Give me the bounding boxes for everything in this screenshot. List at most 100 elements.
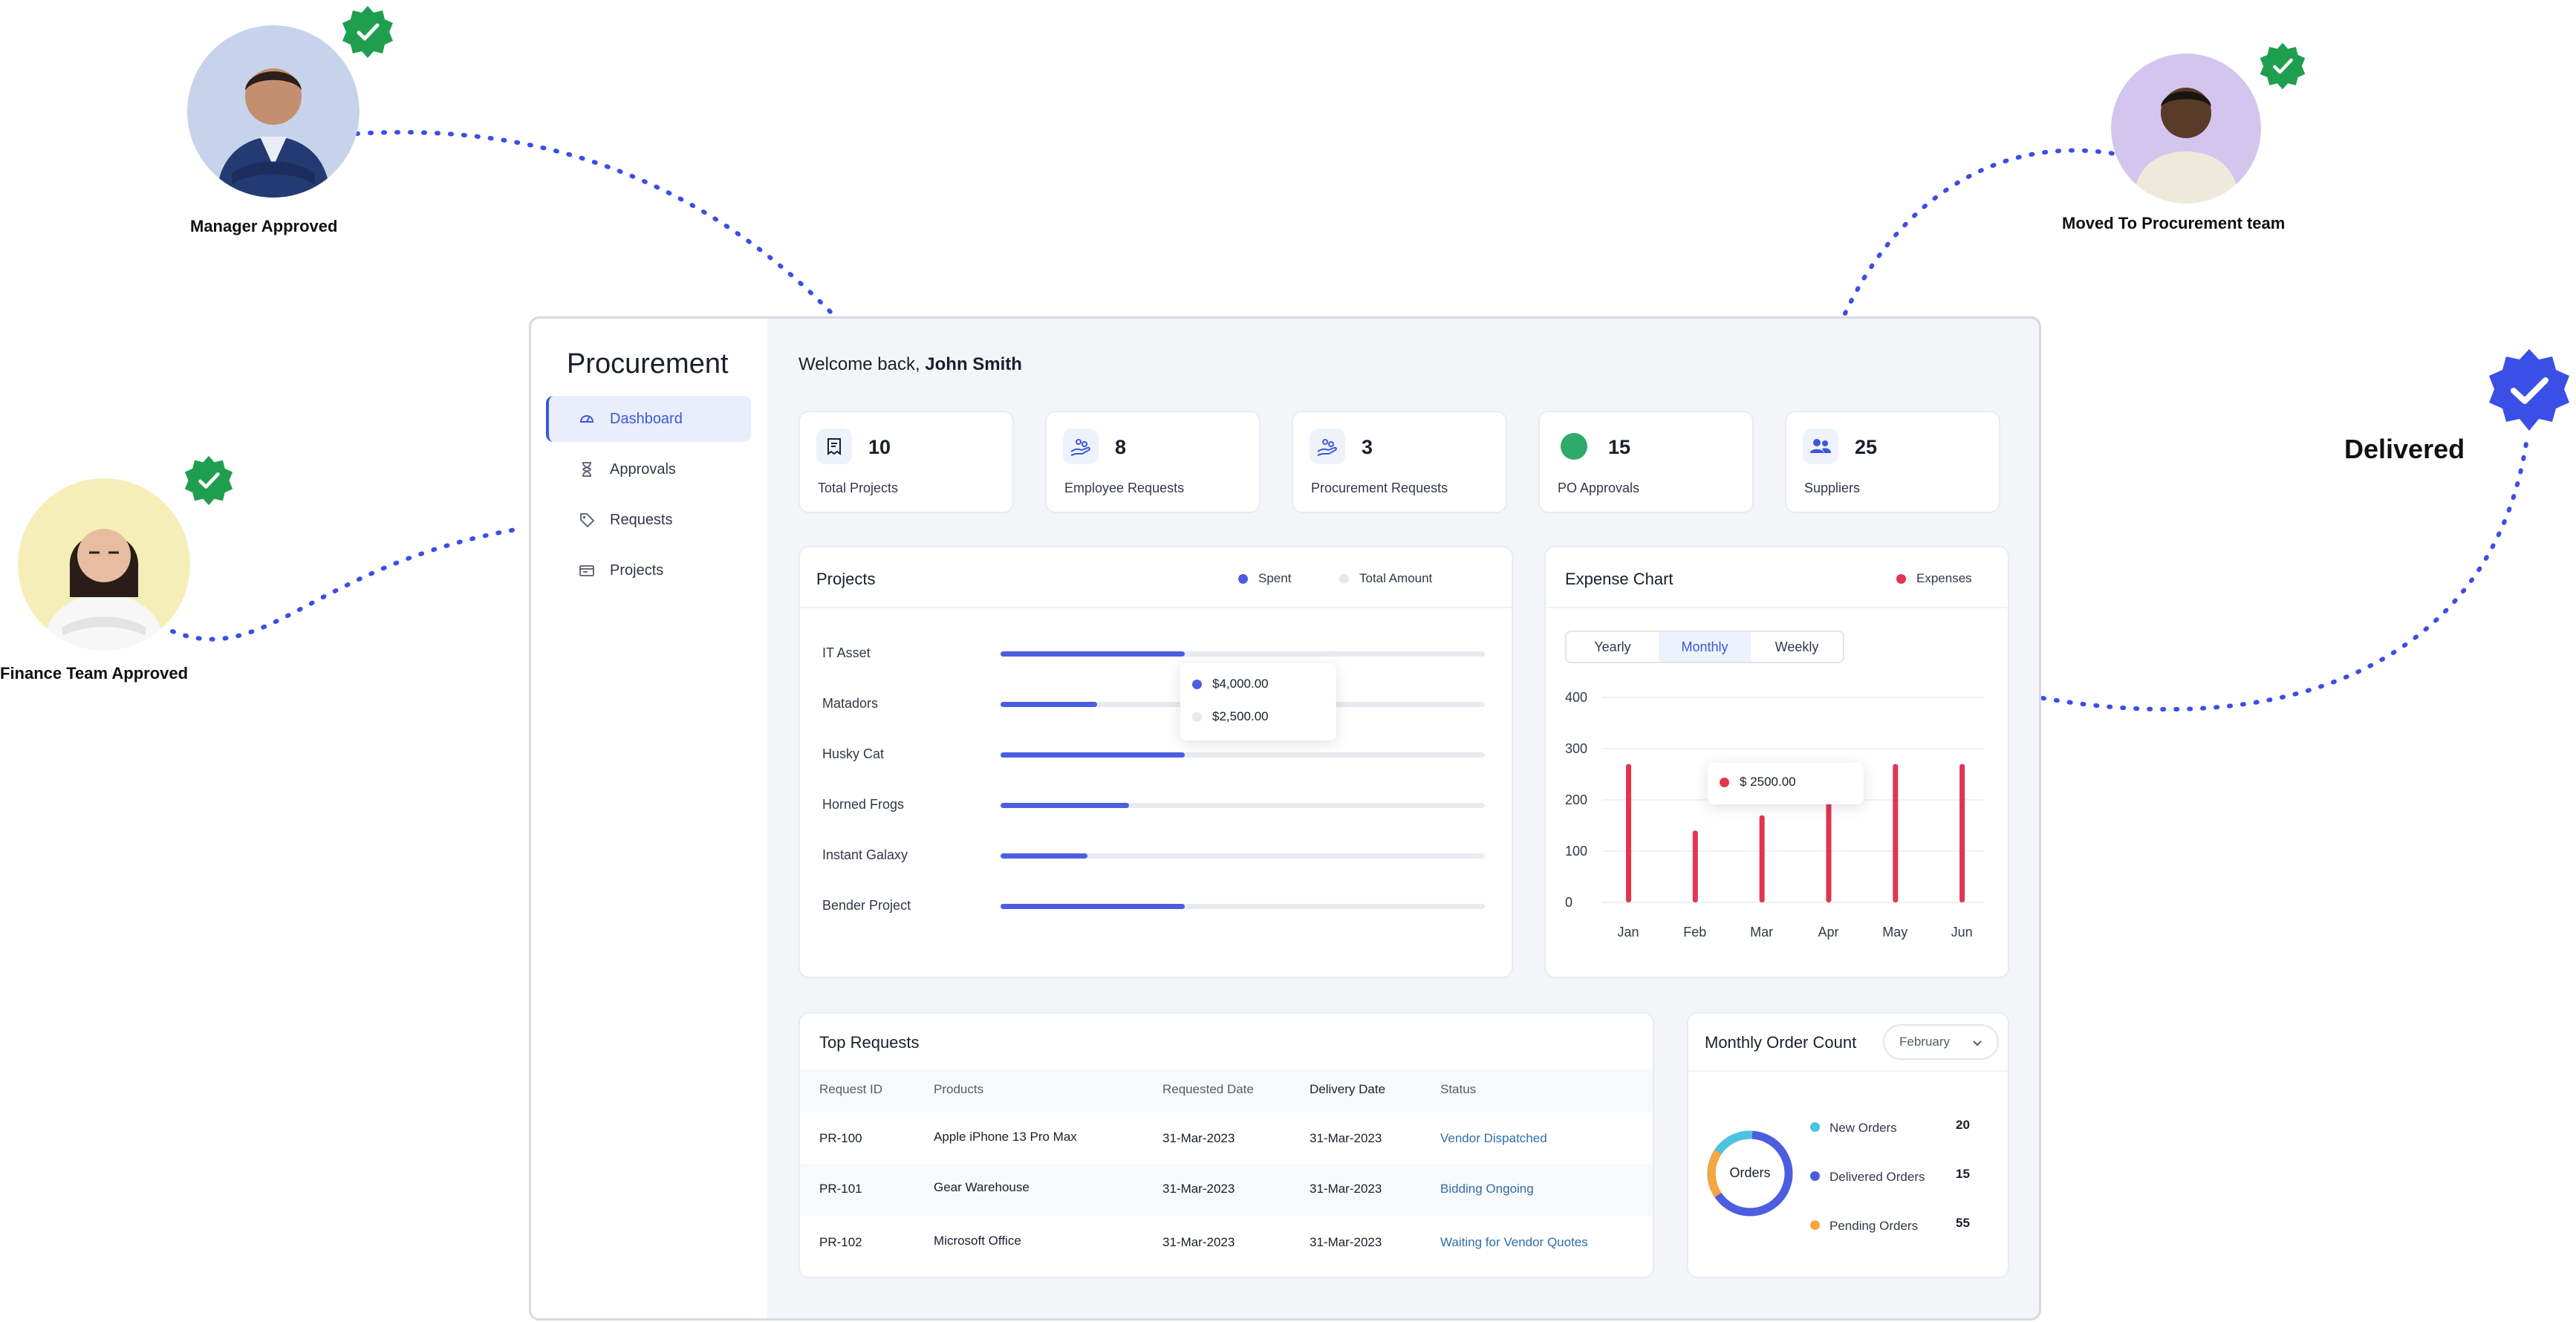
project-progress-fill <box>1001 803 1129 808</box>
request-status[interactable]: Bidding Ongoing <box>1440 1182 1534 1196</box>
stat-value: 15 <box>1608 436 1631 458</box>
project-row[interactable]: Instant Galaxy <box>822 844 1491 867</box>
project-row[interactable]: Husky Cat <box>822 743 1491 766</box>
expense-tooltip: $ 2500.00 <box>1708 763 1864 804</box>
sidebar-item-dashboard[interactable]: Dashboard <box>546 396 751 442</box>
table-row[interactable]: PR-101 Gear Warehouse 31-Mar-2023 31-Mar-20… <box>800 1164 1653 1216</box>
table-row[interactable]: PR-100 Apple iPhone 13 Pro Max 31-Mar-2023… <box>800 1113 1653 1165</box>
legend-total-amount: Total Amount <box>1339 571 1432 586</box>
project-progress-fill <box>1001 752 1185 758</box>
request-delivery-date: 31-Mar-2023 <box>1310 1131 1382 1145</box>
sidebar-item-projects[interactable]: Projects <box>546 547 751 593</box>
stat-value: 8 <box>1115 436 1127 458</box>
y-tick-label: 300 <box>1565 741 1587 756</box>
request-product: Apple iPhone 13 Pro Max <box>934 1130 1077 1144</box>
legend-spent: Spent <box>1238 571 1291 586</box>
project-progress-track <box>1001 803 1485 808</box>
request-id: PR-102 <box>819 1235 862 1249</box>
project-name: Bender Project <box>822 898 911 913</box>
expense-chart-card: Expense Chart Expenses Yearly Monthly We… <box>1544 546 2009 978</box>
orders-donut-label: Orders <box>1729 1165 1771 1180</box>
project-progress-fill <box>1001 904 1185 909</box>
month-select[interactable]: February <box>1883 1024 1999 1060</box>
top-requests-title: Top Requests <box>819 1033 920 1052</box>
order-legend-item: Pending Orders 55 <box>1807 1216 2000 1238</box>
persona-label-finance: Finance Team Approved <box>0 664 189 683</box>
receipt-icon <box>816 429 852 464</box>
request-status[interactable]: Waiting for Vendor Quotes <box>1440 1235 1588 1250</box>
delivered-label: Delivered <box>2344 434 2465 464</box>
order-legend-item: Delivered Orders 15 <box>1807 1167 2000 1189</box>
users-icon <box>1803 429 1838 464</box>
hand-coins-icon <box>1063 429 1099 464</box>
expense-bar[interactable] <box>1759 815 1765 902</box>
column-header: Status <box>1440 1082 1477 1096</box>
workflow-canvas: Manager Approved Moved To Procurement te… <box>0 0 2576 1322</box>
request-status[interactable]: Vendor Dispatched <box>1440 1131 1547 1146</box>
x-tick-label: Feb <box>1683 925 1706 940</box>
delivered-badge-icon <box>2489 349 2569 431</box>
expense-bar[interactable] <box>1626 763 1631 902</box>
projects-card: Projects Spent Total Amount IT Asset Mata… <box>799 546 1513 978</box>
project-name: IT Asset <box>822 645 871 660</box>
green-circle-icon <box>1556 429 1592 464</box>
user-name: John Smith <box>925 354 1022 374</box>
column-header: Requested Date <box>1162 1082 1254 1096</box>
stat-card-total-projects[interactable]: 10 Total Projects <box>799 411 1014 513</box>
project-name: Husky Cat <box>822 746 885 761</box>
verified-badge-icon <box>342 6 393 58</box>
verified-badge-icon <box>2260 42 2306 90</box>
request-id: PR-101 <box>819 1182 862 1196</box>
expense-bar[interactable] <box>1959 763 1965 902</box>
chevron-down-icon <box>1973 1041 1982 1046</box>
tooltip-expense: $ 2500.00 <box>1740 775 1796 789</box>
x-tick-label: Apr <box>1818 925 1838 940</box>
app-brand: Procurement <box>567 348 729 380</box>
tab-yearly[interactable]: Yearly <box>1567 632 1659 662</box>
project-name: Horned Frogs <box>822 797 905 812</box>
order-count: 15 <box>1956 1167 1970 1181</box>
project-progress-fill <box>1001 853 1088 859</box>
order-count: 55 <box>1956 1216 1970 1230</box>
sidebar-item-requests[interactable]: Requests <box>546 497 751 543</box>
project-name: Instant Galaxy <box>822 847 908 862</box>
y-tick-label: 100 <box>1565 844 1587 859</box>
stat-label: Total Projects <box>818 481 899 495</box>
project-row[interactable]: Horned Frogs <box>822 794 1491 816</box>
order-legend-dot <box>1810 1171 1820 1181</box>
expense-bar[interactable] <box>1826 795 1832 902</box>
x-tick-label: Mar <box>1750 925 1773 940</box>
column-header: Products <box>934 1082 984 1096</box>
avatar-finance <box>18 478 190 651</box>
table-row[interactable]: PR-102 Microsoft Office 31-Mar-2023 31-Mar-… <box>800 1217 1653 1269</box>
order-legend-label: New Orders <box>1829 1121 1897 1135</box>
stat-card-suppliers[interactable]: 25 Suppliers <box>1785 411 2000 513</box>
project-progress-track <box>1001 752 1485 758</box>
stat-card-po-approvals[interactable]: 15 PO Approvals <box>1538 411 1754 513</box>
dashboard-icon <box>579 415 594 423</box>
projects-title: Projects <box>816 570 876 588</box>
stat-card-employee-requests[interactable]: 8 Employee Requests <box>1045 411 1261 513</box>
project-progress-track <box>1001 904 1485 909</box>
folder-icon <box>579 565 594 576</box>
verified-badge-icon <box>184 455 233 506</box>
tab-monthly[interactable]: Monthly <box>1659 632 1751 662</box>
expense-bar[interactable] <box>1692 830 1698 902</box>
project-row[interactable]: Bender Project <box>822 895 1491 917</box>
sidebar-item-approvals[interactable]: Approvals <box>546 446 751 492</box>
sidebar-item-label: Approvals <box>610 460 676 478</box>
sidebar: Procurement Dashboard Approvals Requests… <box>531 319 767 1318</box>
tag-icon <box>580 513 595 528</box>
request-delivery-date: 31-Mar-2023 <box>1310 1182 1382 1196</box>
tooltip-total: $2,500.00 <box>1212 709 1269 723</box>
avatar-procurement <box>2111 53 2261 203</box>
project-row[interactable]: IT Asset <box>822 642 1491 665</box>
stat-label: Employee Requests <box>1064 481 1185 495</box>
expense-bar[interactable] <box>1893 763 1899 902</box>
y-tick-label: 0 <box>1565 895 1572 910</box>
tab-weekly[interactable]: Weekly <box>1751 632 1843 662</box>
stat-value: 10 <box>868 436 891 458</box>
period-toggle: Yearly Monthly Weekly <box>1565 631 1844 663</box>
project-row[interactable]: Matadors <box>822 693 1491 715</box>
stat-card-procurement-requests[interactable]: 3 Procurement Requests <box>1292 411 1507 513</box>
